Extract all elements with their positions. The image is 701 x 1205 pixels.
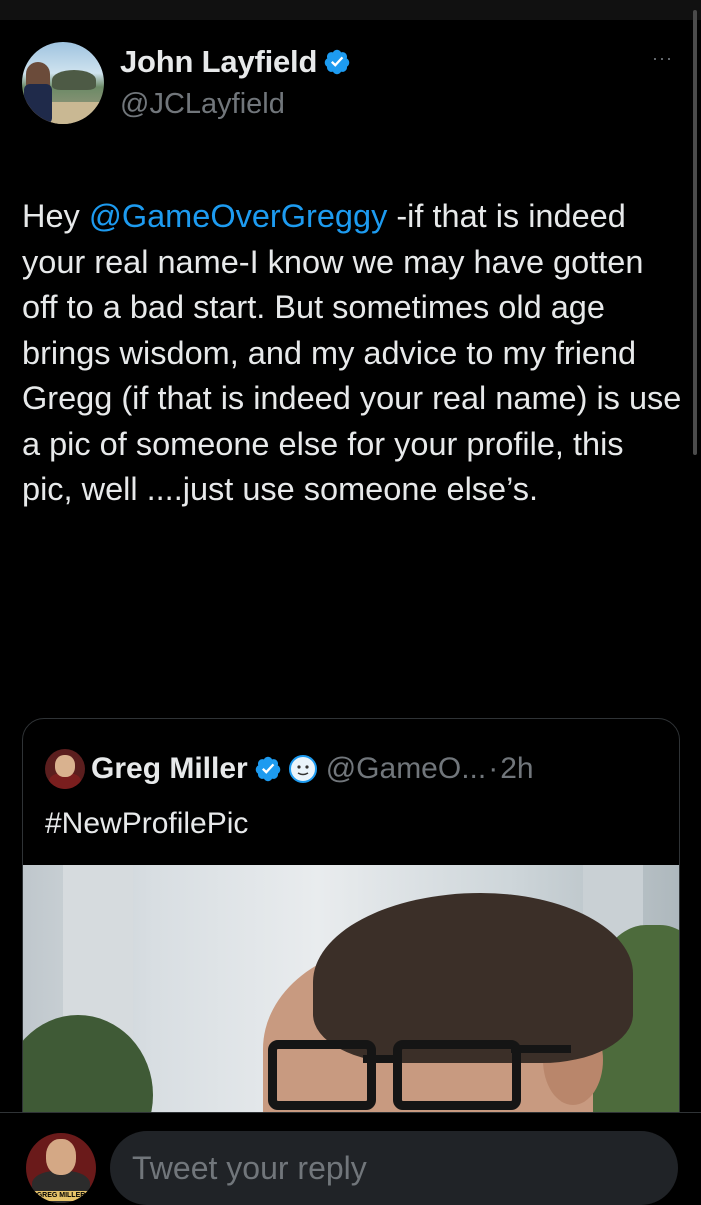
author-handle[interactable]: @JCLayfield — [120, 88, 285, 121]
tweet-text: Hey @GameOverGreggy -if that is indeed y… — [22, 194, 682, 513]
quoted-tweet-header: Greg Miller @GameO... · 2h — [45, 749, 534, 789]
quoted-author-name: Greg Miller — [91, 752, 248, 785]
author-display-name[interactable]: John Layfield — [120, 44, 317, 80]
author-name-row[interactable]: John Layfield — [120, 44, 351, 80]
photo-glasses-lens — [393, 1040, 521, 1110]
author-avatar[interactable] — [22, 42, 104, 124]
quoted-tweet-photo[interactable] — [23, 865, 679, 1139]
smiling-face-emoji-icon — [288, 755, 317, 783]
photo-hair — [313, 893, 633, 1063]
quoted-avatar-face — [55, 755, 75, 777]
tweet-header: John Layfield @JCLayfield ··· — [22, 42, 682, 132]
verified-badge-icon — [255, 756, 280, 782]
reply-user-avatar[interactable]: GREG MILLER — [26, 1133, 96, 1203]
status-bar — [0, 0, 701, 20]
reply-avatar-face — [46, 1139, 76, 1175]
quoted-author-avatar — [45, 749, 85, 789]
tweet-text-body: -if that is indeed your real name-I know… — [22, 198, 682, 507]
more-options-icon[interactable]: ··· — [652, 48, 673, 69]
reply-bar: GREG MILLER — [0, 1112, 701, 1205]
tweet-text-prefix: Hey — [22, 198, 89, 234]
scrollbar-thumb[interactable] — [693, 10, 697, 455]
avatar-rock — [52, 70, 96, 90]
photo-glasses-arm — [511, 1045, 571, 1053]
photo-glasses-lens — [268, 1040, 376, 1110]
separator-dot: · — [488, 752, 499, 785]
mention-link[interactable]: @GameOverGreggy — [89, 198, 388, 234]
avatar-person — [24, 62, 52, 124]
verified-badge-icon — [324, 49, 350, 75]
quoted-tweet-card[interactable]: Greg Miller @GameO... · 2h #NewProfilePi… — [22, 718, 680, 1140]
photo-glasses-bridge — [363, 1055, 395, 1063]
quoted-tweet-text: #NewProfilePic — [45, 807, 249, 840]
quoted-tweet-time: 2h — [500, 752, 534, 785]
quoted-author-handle: @GameO... — [325, 752, 487, 785]
reply-input[interactable] — [110, 1131, 678, 1205]
